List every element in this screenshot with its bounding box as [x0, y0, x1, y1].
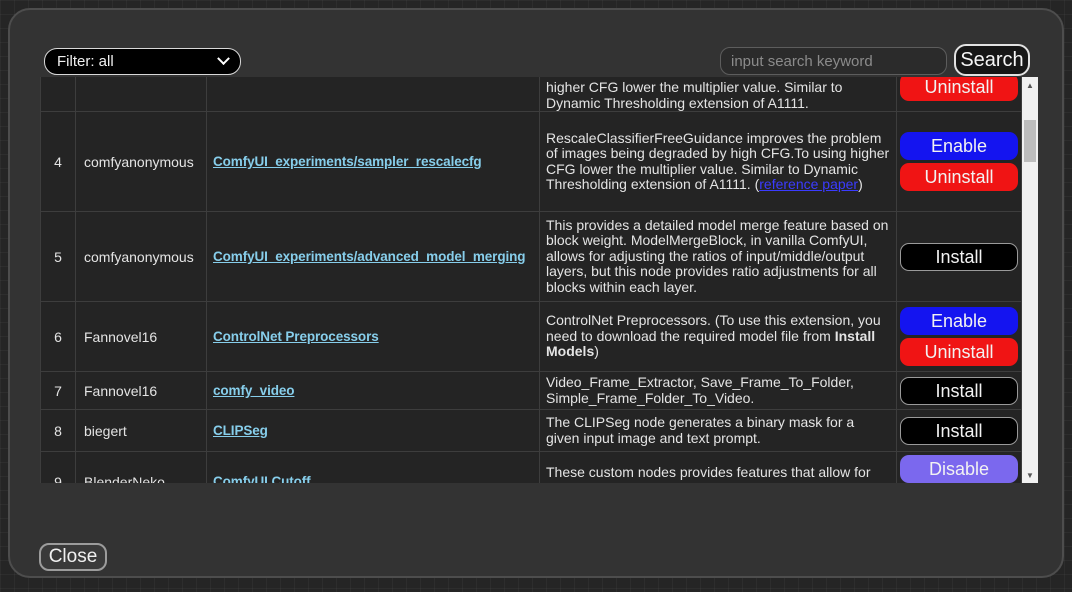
install-button[interactable]: Install [900, 417, 1018, 445]
table-row: 6 Fannovel16 ControlNet Preprocessors Contr… [40, 302, 1022, 372]
row-description: higher CFG lower the multiplier value. S… [546, 80, 890, 111]
row-description: These custom nodes provides features tha… [546, 465, 890, 481]
row-description-cell: RescaleClassifierFreeGuidance improves t… [540, 112, 897, 211]
row-id-cell: 4 [40, 112, 76, 211]
close-button[interactable]: Close [39, 543, 107, 571]
row-title-cell: ControlNet Preprocessors [207, 302, 540, 371]
row-description: ControlNet Preprocessors. (To use this e… [546, 313, 890, 360]
row-id: 5 [54, 249, 62, 265]
row-actions-cell: Enable Uninstall [897, 112, 1022, 211]
row-description: Video_Frame_Extractor, Save_Frame_To_Fol… [546, 375, 890, 406]
row-author: biegert [84, 423, 127, 439]
description-text: ) [858, 176, 863, 192]
row-title-cell: ComfyUI Cutoff [207, 452, 540, 483]
scrollbar-thumb[interactable] [1024, 120, 1036, 162]
row-title-cell [207, 77, 540, 111]
extension-title-link[interactable]: ComfyUI_experiments/advanced_model_mergi… [213, 249, 525, 264]
table-row: 5 comfyanonymous ComfyUI_experiments/advan… [40, 212, 1022, 302]
description-text: higher CFG lower the multiplier value. S… [546, 79, 842, 111]
extension-title-link[interactable]: comfy_video [213, 383, 294, 398]
row-author: comfyanonymous [84, 249, 194, 265]
row-id-cell: 8 [40, 410, 76, 451]
filter-dropdown-value: Filter: all [57, 53, 213, 70]
row-author-cell: biegert [76, 410, 207, 451]
table-row: 9 BlenderNeko ComfyUI Cutoff These custom n… [40, 452, 1022, 483]
row-id: 9 [54, 474, 62, 483]
row-actions-cell: Install [897, 212, 1022, 301]
enable-button[interactable]: Enable [900, 132, 1018, 160]
custom-nodes-dialog: Filter: all Search higher CFG lower the … [8, 8, 1064, 578]
table-row: higher CFG lower the multiplier value. S… [40, 77, 1022, 112]
row-author-cell: Fannovel16 [76, 372, 207, 409]
row-id: 4 [54, 154, 62, 170]
row-description: RescaleClassifierFreeGuidance improves t… [546, 131, 890, 193]
enable-button[interactable]: Enable [900, 307, 1018, 335]
row-author: BlenderNeko [84, 474, 165, 483]
table-scrollbar[interactable]: ▲ ▼ [1022, 77, 1038, 483]
table-row: 7 Fannovel16 comfy_video Video_Frame_Extrac… [40, 372, 1022, 410]
chevron-down-icon [217, 52, 230, 65]
row-author: Fannovel16 [84, 383, 157, 399]
row-actions-cell: Uninstall [897, 77, 1022, 111]
row-description-cell: Video_Frame_Extractor, Save_Frame_To_Fol… [540, 372, 897, 409]
row-id-cell: 6 [40, 302, 76, 371]
row-description-cell: This provides a detailed model merge fea… [540, 212, 897, 301]
row-title-cell: ComfyUI_experiments/advanced_model_mergi… [207, 212, 540, 301]
row-author-cell: Fannovel16 [76, 302, 207, 371]
extension-table-viewport: higher CFG lower the multiplier value. S… [40, 77, 1038, 483]
extension-table: higher CFG lower the multiplier value. S… [40, 77, 1022, 483]
extension-title-link[interactable]: CLIPSeg [213, 423, 268, 438]
row-title-cell: comfy_video [207, 372, 540, 409]
row-id: 8 [54, 423, 62, 439]
row-author-cell: BlenderNeko [76, 452, 207, 483]
row-description-cell: ControlNet Preprocessors. (To use this e… [540, 302, 897, 371]
row-id-cell [40, 77, 76, 111]
table-row: 4 comfyanonymous ComfyUI_experiments/sampl… [40, 112, 1022, 212]
row-author-cell [76, 77, 207, 111]
description-text: ) [594, 343, 599, 359]
row-id: 7 [54, 383, 62, 399]
disable-button[interactable]: Disable [900, 455, 1018, 483]
row-description: This provides a detailed model merge fea… [546, 218, 890, 296]
row-id-cell: 5 [40, 212, 76, 301]
row-actions-cell: Install [897, 372, 1022, 409]
extension-title-link[interactable]: ControlNet Preprocessors [213, 329, 379, 344]
row-title-cell: CLIPSeg [207, 410, 540, 451]
description-text: The CLIPSeg node generates a binary mask… [546, 414, 854, 446]
row-description-cell: These custom nodes provides features tha… [540, 452, 897, 483]
install-button[interactable]: Install [900, 377, 1018, 405]
install-button[interactable]: Install [900, 243, 1018, 271]
scroll-up-icon[interactable]: ▲ [1022, 77, 1038, 93]
row-actions-cell: Disable [897, 452, 1022, 483]
uninstall-button[interactable]: Uninstall [900, 163, 1018, 191]
search-input[interactable] [720, 47, 947, 75]
row-author: Fannovel16 [84, 329, 157, 345]
row-id-cell: 7 [40, 372, 76, 409]
filter-dropdown[interactable]: Filter: all [44, 48, 241, 75]
row-author-cell: comfyanonymous [76, 112, 207, 211]
uninstall-button[interactable]: Uninstall [900, 338, 1018, 366]
row-title-cell: ComfyUI_experiments/sampler_rescalecfg [207, 112, 540, 211]
row-description: The CLIPSeg node generates a binary mask… [546, 415, 890, 446]
scroll-down-icon[interactable]: ▼ [1022, 467, 1038, 483]
table-row: 8 biegert CLIPSeg The CLIPSeg node generate… [40, 410, 1022, 452]
search-button[interactable]: Search [954, 44, 1030, 76]
extension-title-link[interactable]: ComfyUI_experiments/sampler_rescalecfg [213, 154, 482, 169]
reference-paper-link[interactable]: reference paper [759, 176, 858, 192]
row-author: comfyanonymous [84, 154, 194, 170]
row-description-cell: The CLIPSeg node generates a binary mask… [540, 410, 897, 451]
description-text: These custom nodes provides features tha… [546, 464, 871, 480]
row-actions-cell: Install [897, 410, 1022, 451]
row-id-cell: 9 [40, 452, 76, 483]
row-actions-cell: Enable Uninstall [897, 302, 1022, 371]
extension-title-link[interactable]: ComfyUI Cutoff [213, 474, 311, 483]
description-text: This provides a detailed model merge fea… [546, 217, 888, 295]
row-id: 6 [54, 329, 62, 345]
uninstall-button[interactable]: Uninstall [900, 77, 1018, 101]
row-description-cell: higher CFG lower the multiplier value. S… [540, 77, 897, 111]
description-text: Video_Frame_Extractor, Save_Frame_To_Fol… [546, 374, 854, 406]
description-text: ControlNet Preprocessors. (To use this e… [546, 312, 881, 344]
row-author-cell: comfyanonymous [76, 212, 207, 301]
